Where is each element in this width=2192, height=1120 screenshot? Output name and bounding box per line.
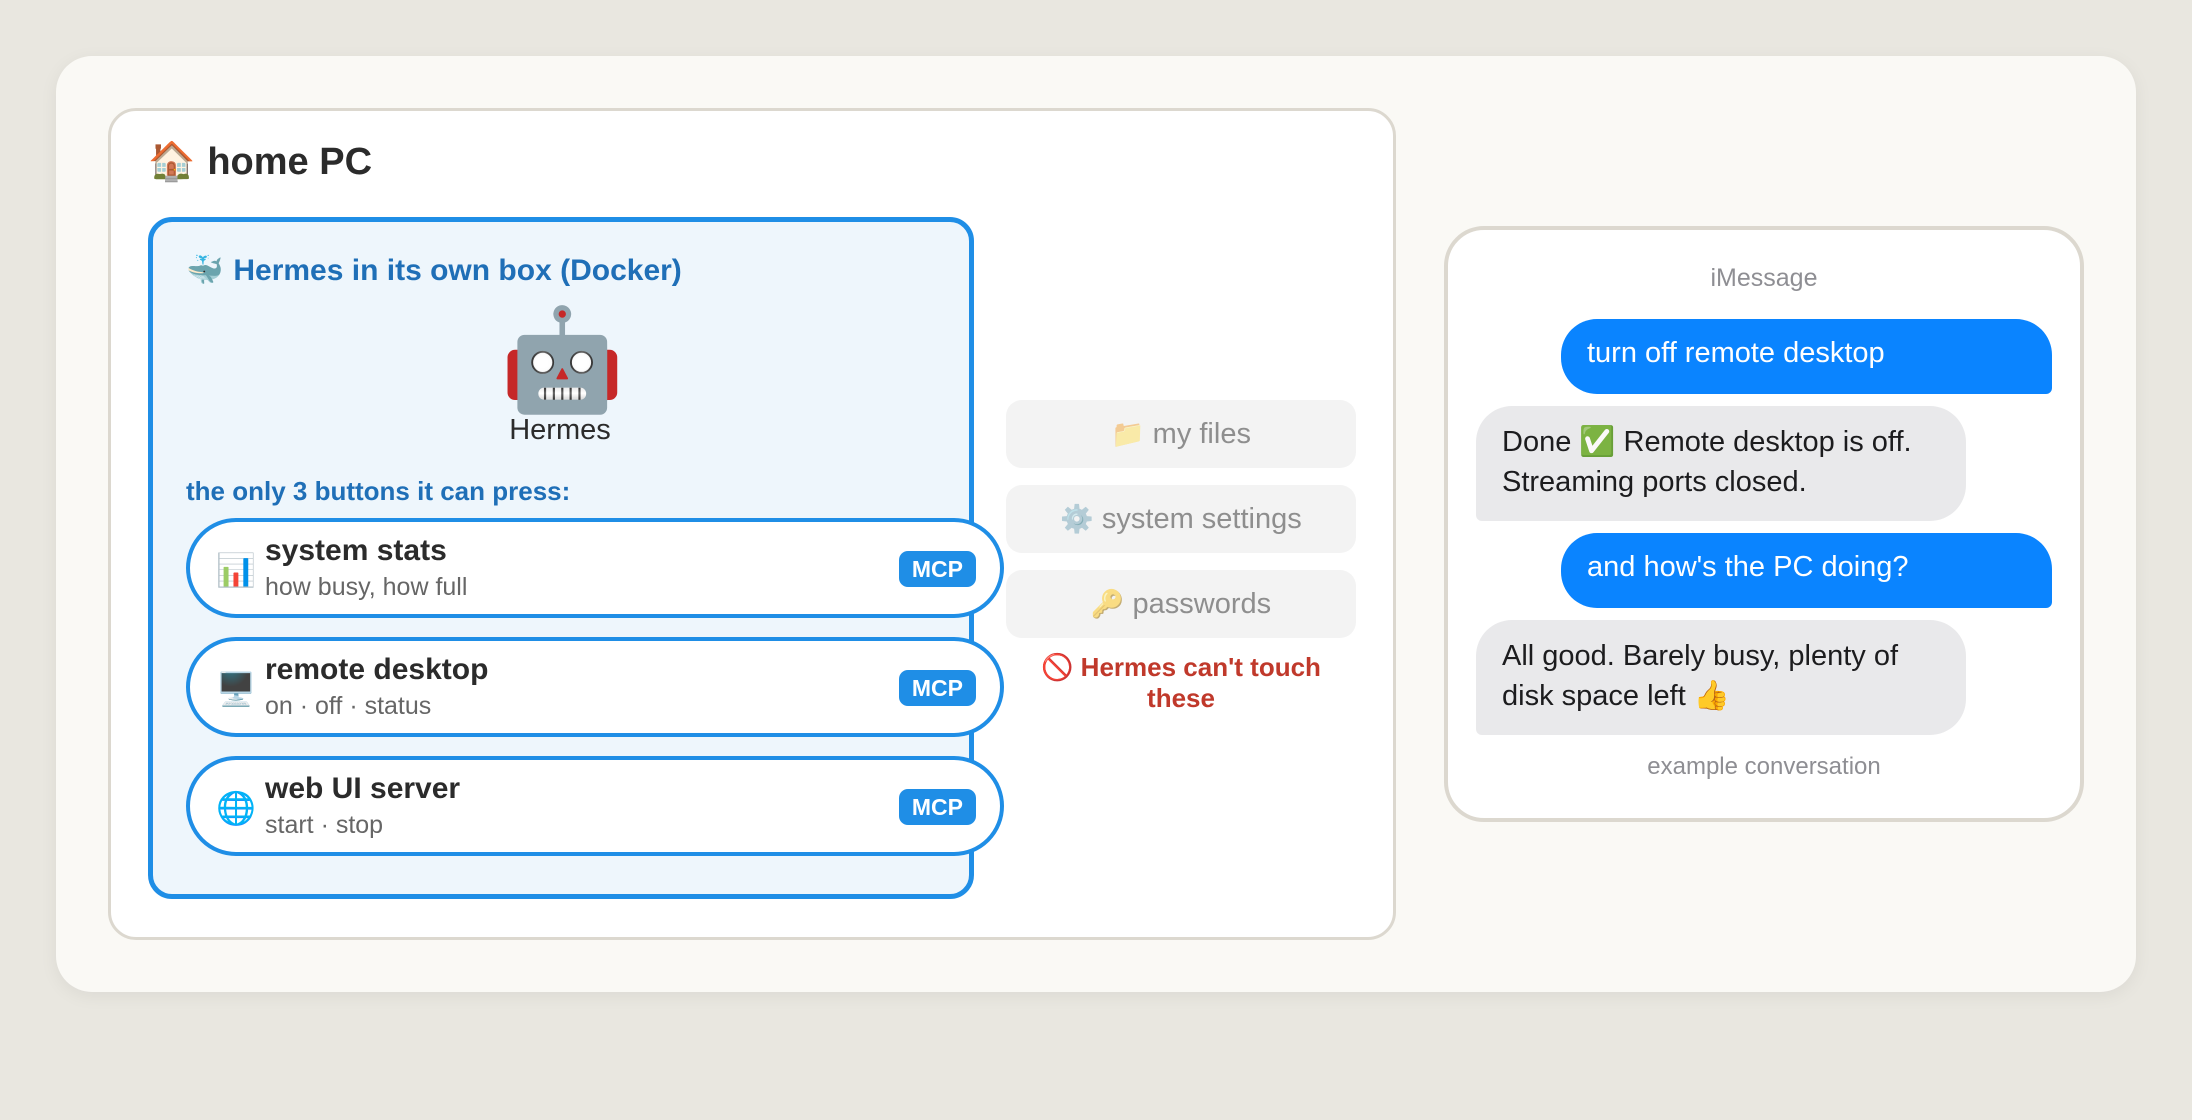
message-bubble-sent: turn off remote desktop [1561, 319, 2052, 394]
tool-name: web UI server [265, 772, 461, 805]
home-pc-label: home PC [207, 140, 373, 183]
bar-chart-icon: 📊 [216, 552, 256, 588]
tool-remote-desktop: 🖥️ remote desktop on · off · status MCP [186, 637, 1004, 737]
desktop-computer-icon: 🖥️ [216, 671, 256, 707]
robot-icon: 🤖 [500, 304, 625, 416]
mcp-badge: MCP [898, 789, 976, 825]
docker-box-label: Hermes in its own box (Docker) [233, 253, 682, 287]
gear-icon: ⚙️ [1060, 504, 1094, 534]
house-icon: 🏠 [148, 141, 196, 183]
mcp-badge: MCP [898, 670, 976, 706]
tool-web-ui-server: 🌐 web UI server start · stop MCP [186, 756, 1004, 856]
message-bubble-received: All good. Barely busy, plenty of disk sp… [1476, 620, 1966, 735]
message-bubble-received: Done ✅ Remote desktop is off. Streaming … [1476, 406, 1966, 521]
agent-name: Hermes [509, 414, 611, 446]
no-access-text: Hermes can't touch these [1080, 652, 1321, 713]
imessage-app-label: iMessage [1710, 264, 1818, 292]
folder-icon: 📁 [1111, 419, 1145, 449]
tool-system-stats: 📊 system stats how busy, how full MCP [186, 518, 1004, 618]
blocked-system-settings: ⚙️ system settings [1006, 485, 1356, 553]
tool-description: start · stop [265, 811, 384, 839]
whale-icon: 🐳 [186, 254, 224, 287]
blocked-label: system settings [1101, 502, 1302, 535]
message-bubble-sent: and how's the PC doing? [1561, 533, 2052, 608]
blocked-label: my files [1152, 417, 1251, 450]
blocked-label: passwords [1132, 587, 1272, 620]
tool-name: system stats [265, 534, 447, 567]
tool-description: how busy, how full [265, 573, 468, 601]
allowed-buttons-caption: the only 3 buttons it can press: [186, 476, 571, 506]
blocked-passwords: 🔑 passwords [1006, 570, 1356, 638]
key-icon: 🔑 [1090, 589, 1125, 619]
prohibited-icon: 🚫 [1041, 652, 1074, 682]
mcp-badge: MCP [898, 551, 976, 587]
no-access-note: 🚫 Hermes can't touch these [1006, 652, 1356, 714]
home-pc-title: 🏠 home PC [148, 140, 372, 184]
docker-box-title: 🐳 Hermes in its own box (Docker) [186, 253, 682, 288]
tool-name: remote desktop [265, 653, 489, 686]
blocked-my-files: 📁 my files [1006, 400, 1356, 468]
globe-icon: 🌐 [216, 790, 256, 826]
tool-description: on · off · status [265, 692, 432, 720]
conversation-caption: example conversation [1647, 753, 1881, 780]
